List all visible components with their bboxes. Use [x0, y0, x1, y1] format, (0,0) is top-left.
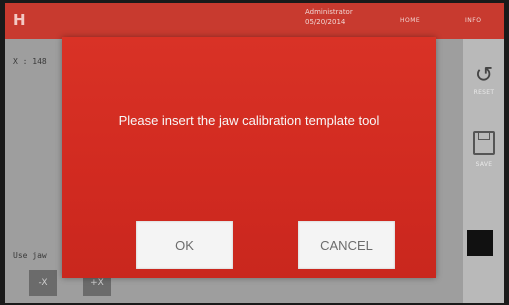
reset-button[interactable]: ↺ RESET — [467, 63, 501, 97]
instruction-text: Use jaw — [13, 251, 47, 260]
x-coordinate-readout: X : 148 — [13, 57, 47, 66]
home-button[interactable]: HOME — [400, 17, 420, 24]
user-info: Administrator 05/20/2014 — [305, 7, 353, 27]
device-screen: H Administrator 05/20/2014 HOME INFO X :… — [5, 3, 504, 303]
top-bar: H Administrator 05/20/2014 HOME INFO — [5, 3, 504, 39]
brand-logo: H — [13, 11, 26, 29]
user-name: Administrator — [305, 8, 353, 16]
dialog-message: Please insert the jaw calibration templa… — [118, 113, 380, 128]
stop-square-button[interactable] — [467, 230, 493, 256]
reset-icon: ↺ — [474, 63, 494, 88]
ok-button[interactable]: OK — [136, 221, 233, 269]
reset-label: RESET — [473, 89, 495, 96]
save-button[interactable]: SAVE — [467, 131, 501, 168]
cancel-button[interactable]: CANCEL — [298, 221, 395, 269]
jog-minus-x-button[interactable]: -X — [29, 270, 57, 296]
save-label: SAVE — [475, 161, 493, 168]
save-icon — [473, 131, 495, 155]
user-date: 05/20/2014 — [305, 18, 346, 26]
info-button[interactable]: INFO — [465, 17, 481, 24]
calibration-dialog: Please insert the jaw calibration templa… — [62, 37, 436, 278]
